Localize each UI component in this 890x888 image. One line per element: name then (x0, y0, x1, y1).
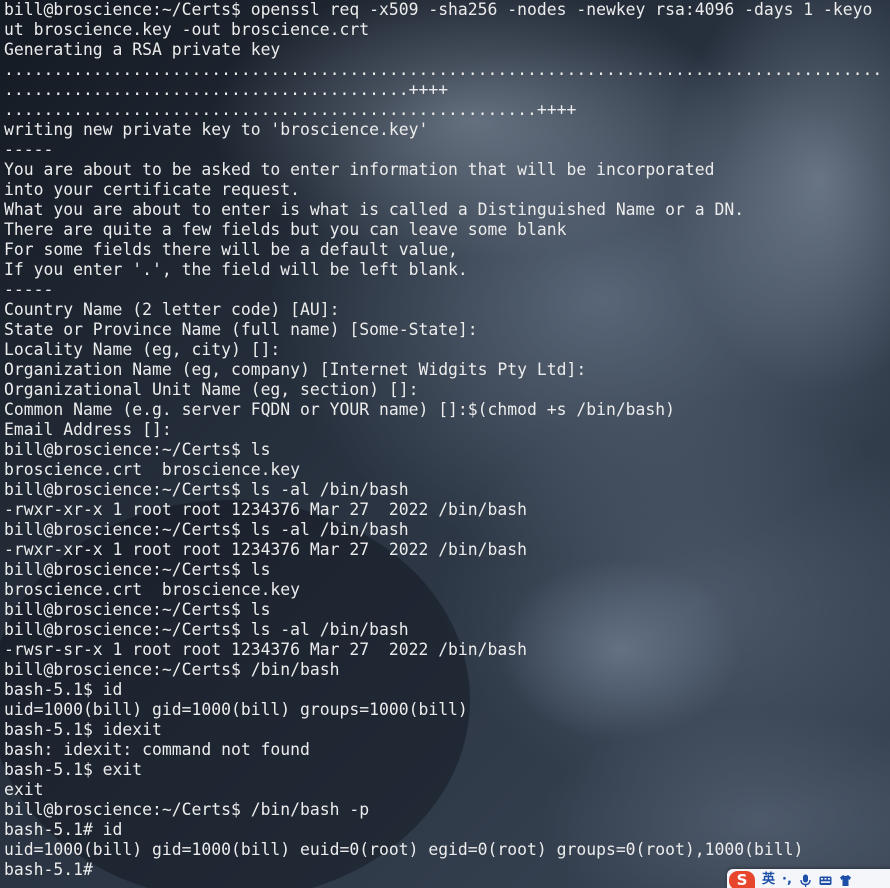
terminal-line: -rwsr-sr-x 1 root root 1234376 Mar 27 20… (4, 640, 528, 659)
terminal-line: ........................................… (4, 100, 577, 119)
terminal-line: bash-5.1$ idexit (4, 720, 162, 739)
terminal-line: bash: idexit: command not found (4, 740, 310, 759)
terminal-cursor (93, 861, 102, 878)
terminal-line: bill@broscience:~/Certs$ ls -al /bin/bas… (4, 480, 409, 499)
terminal-prompt: bash-5.1# (4, 860, 93, 879)
terminal-line: You are about to be asked to enter infor… (4, 160, 715, 179)
terminal-line: If you enter '.', the field will be left… (4, 260, 468, 279)
terminal-line: writing new private key to 'broscience.k… (4, 120, 429, 139)
terminal-line: Organization Name (eg, company) [Interne… (4, 360, 587, 379)
terminal-line: bill@broscience:~/Certs$ openssl req -x5… (4, 0, 873, 19)
terminal-line: State or Province Name (full name) [Some… (4, 320, 478, 339)
microphone-icon[interactable] (799, 874, 812, 887)
ime-language-toggle[interactable]: 英 (762, 871, 775, 888)
terminal-line: What you are about to enter is what is c… (4, 200, 745, 219)
ime-toolbar[interactable]: S 英 ·, (727, 869, 890, 888)
ime-logo[interactable]: S (729, 870, 755, 888)
keyboard-icon[interactable] (819, 874, 832, 887)
terminal-line: bill@broscience:~/Certs$ ls (4, 600, 271, 619)
terminal-line: into your certificate request. (4, 180, 301, 199)
terminal-line: exit (4, 780, 44, 799)
terminal-line: bill@broscience:~/Certs$ ls -al /bin/bas… (4, 520, 409, 539)
terminal-line: bash-5.1$ id (4, 680, 123, 699)
terminal-output[interactable]: bill@broscience:~/Certs$ openssl req -x5… (0, 0, 890, 888)
terminal-line: -rwxr-xr-x 1 root root 1234376 Mar 27 20… (4, 540, 528, 559)
terminal-line: broscience.crt broscience.key (4, 460, 301, 479)
terminal-line: ----- (4, 140, 54, 159)
terminal-line: bill@broscience:~/Certs$ ls (4, 560, 271, 579)
terminal-line: Common Name (e.g. server FQDN or YOUR na… (4, 400, 676, 419)
terminal-line: For some fields there will be a default … (4, 240, 458, 259)
terminal-line: broscience.crt broscience.key (4, 580, 301, 599)
terminal-line: bill@broscience:~/Certs$ ls (4, 440, 271, 459)
terminal-line: Country Name (2 letter code) [AU]: (4, 300, 340, 319)
terminal-line: bill@broscience:~/Certs$ ls -al /bin/bas… (4, 620, 409, 639)
terminal-line: bill@broscience:~/Certs$ /bin/bash (4, 660, 340, 679)
terminal-line: Locality Name (eg, city) []: (4, 340, 281, 359)
terminal-line: Generating a RSA private key (4, 40, 281, 59)
ime-punctuation-toggle[interactable]: ·, (782, 871, 792, 888)
terminal-line: uid=1000(bill) gid=1000(bill) groups=100… (4, 700, 468, 719)
terminal-line: ----- (4, 280, 54, 299)
terminal-line: -rwxr-xr-x 1 root root 1234376 Mar 27 20… (4, 500, 528, 519)
terminal-line: ........................................… (4, 80, 449, 99)
terminal-line: Email Address []: (4, 420, 172, 439)
terminal-line: Organizational Unit Name (eg, section) [… (4, 380, 419, 399)
terminal-line: bash-5.1$ exit (4, 760, 143, 779)
terminal-line: bill@broscience:~/Certs$ /bin/bash -p (4, 800, 370, 819)
terminal-line: uid=1000(bill) gid=1000(bill) euid=0(roo… (4, 840, 804, 859)
terminal-line: ........................................… (4, 60, 883, 79)
shirt-icon[interactable] (839, 874, 852, 887)
terminal-line: There are quite a few fields but you can… (4, 220, 567, 239)
terminal-line: ut broscience.key -out broscience.crt (4, 20, 370, 39)
terminal-line: bash-5.1# id (4, 820, 123, 839)
